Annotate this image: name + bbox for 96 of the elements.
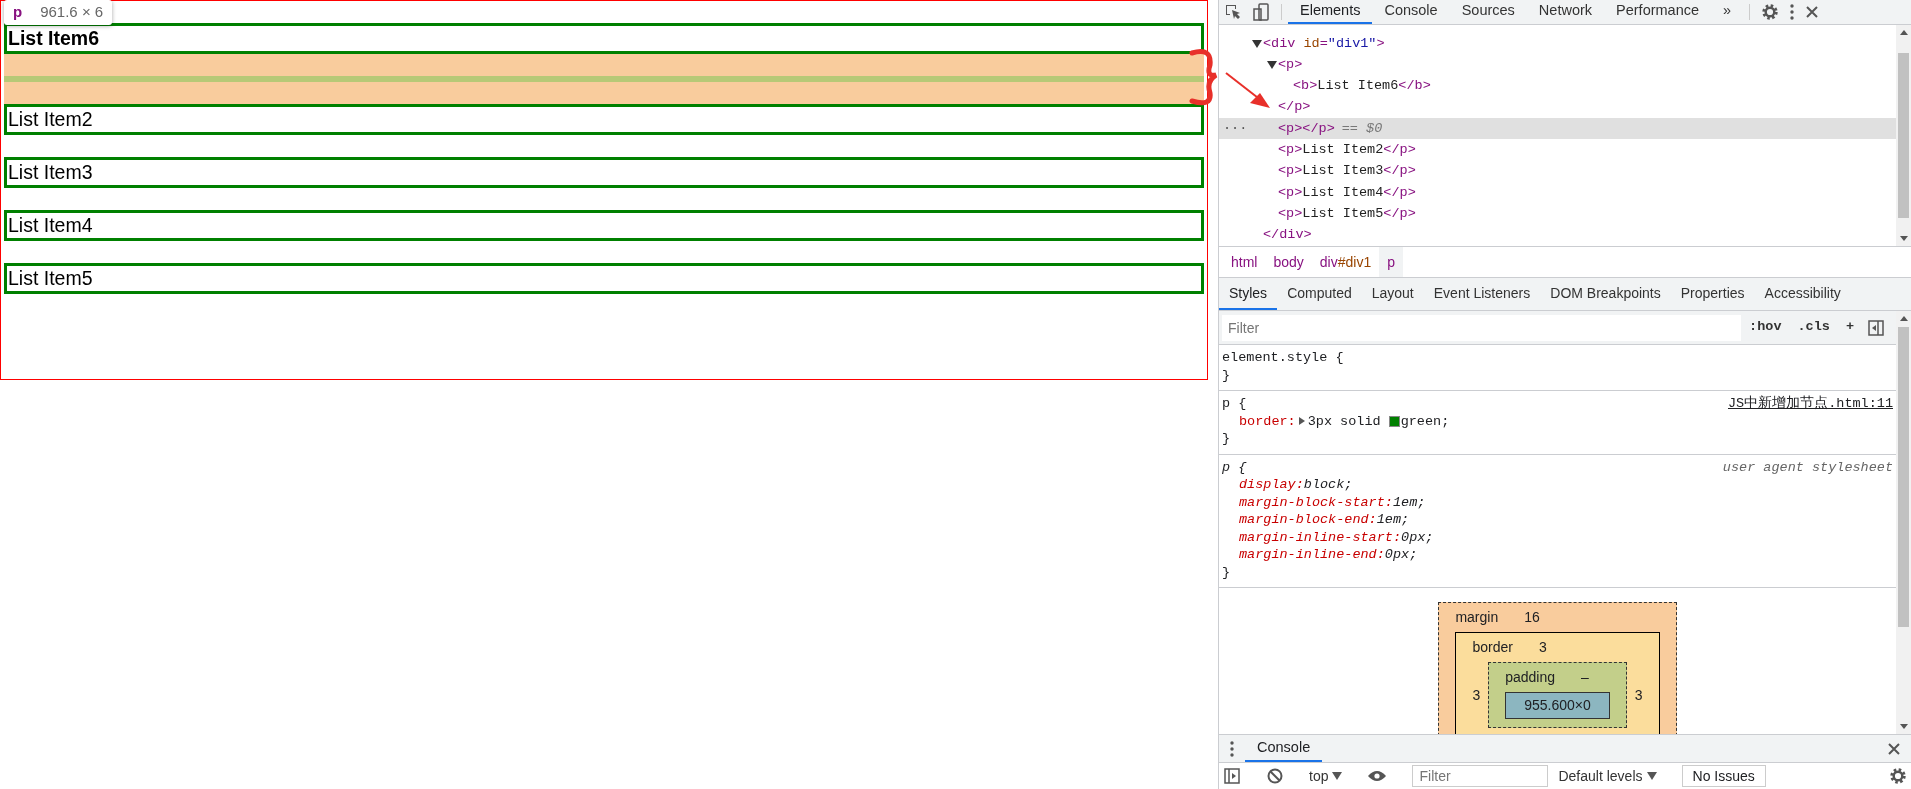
breadcrumb[interactable]: div#div1 (1311, 247, 1380, 277)
toolbar-button[interactable]: :hov (1741, 317, 1790, 338)
more-options-icon[interactable] (1229, 739, 1235, 758)
tag-name: p (13, 2, 23, 22)
box-label: padding (1505, 668, 1556, 687)
content-box: 955.600×0 (1505, 692, 1610, 719)
node-actions[interactable]: ··· (1223, 118, 1248, 139)
collapse-arrow-icon[interactable] (1252, 38, 1262, 49)
css-value: 1em; (1376, 511, 1410, 529)
css-value: green; (1400, 412, 1450, 430)
scrollbar[interactable] (1896, 311, 1911, 734)
dom-node[interactable]: <p>List Item3</p> (1278, 161, 1416, 182)
caret-icon (1646, 772, 1657, 780)
sidebar-tab[interactable]: Properties (1670, 278, 1755, 310)
paragraph: List Item2 (4, 104, 1204, 135)
dom-node[interactable]: <p>List Item4</p> (1278, 182, 1416, 203)
css-property: display: (1239, 476, 1304, 494)
caret-icon (1332, 772, 1343, 780)
scrollbar[interactable] (1896, 25, 1911, 246)
more-options-icon[interactable] (1789, 3, 1796, 21)
dom-node[interactable]: <p></p> (1278, 118, 1335, 139)
close-icon[interactable] (1805, 5, 1820, 19)
box-value: 16 (1524, 608, 1540, 627)
close-icon[interactable] (1887, 741, 1901, 756)
scroll-up-icon[interactable] (1899, 315, 1908, 321)
closing-tag: </p> (1278, 97, 1311, 118)
toolbar-button[interactable]: .cls (1789, 317, 1838, 338)
closing-tag: </div> (1263, 225, 1312, 246)
panel-tab[interactable]: Network (1526, 0, 1605, 24)
settings-icon[interactable] (1889, 767, 1907, 785)
sidebar-tab[interactable]: DOM Breakpoints (1540, 278, 1671, 310)
css-property: margin-block-start: (1239, 493, 1393, 511)
sidebar-tab[interactable]: Computed (1277, 278, 1362, 310)
dom-node[interactable]: <p>List Item5</p> (1278, 203, 1416, 225)
paragraph: List Item4 (4, 210, 1204, 241)
dom-node[interactable]: <b>List Item6</b> (1293, 76, 1431, 97)
paragraph: List Item5 (4, 263, 1204, 294)
css-selector: element.style { (1222, 349, 1344, 367)
dom-node[interactable]: <div id="div1"> (1263, 33, 1385, 54)
closing-brace: } (1222, 430, 1232, 448)
css-property: margin-inline-start: (1239, 528, 1402, 546)
css-value: 3px solid (1307, 412, 1381, 430)
color-swatch[interactable] (1388, 415, 1400, 427)
more-tabs-button[interactable]: » (1711, 0, 1744, 24)
breadcrumb[interactable]: body (1265, 247, 1312, 277)
panel-tab[interactable]: Performance (1604, 0, 1712, 24)
issues-button[interactable]: No Issues (1681, 765, 1766, 787)
sidebar-tab[interactable]: Accessibility (1754, 278, 1851, 310)
element-size: 961.6 × 6 (40, 2, 104, 22)
css-value: 1em; (1392, 493, 1426, 511)
panel-tab[interactable]: Elements (1288, 0, 1373, 24)
css-value: 0px; (1384, 546, 1418, 564)
box-value: 3 (1634, 685, 1643, 705)
inspect-icon[interactable] (1224, 3, 1242, 21)
source-link[interactable]: JS中新增加节点.html:11 (1728, 395, 1893, 413)
box-value: – (1581, 668, 1589, 687)
stylesheet-origin: user agent stylesheet (1722, 458, 1893, 476)
paragraph: List Item6 (4, 23, 1204, 54)
settings-icon[interactable] (1761, 3, 1780, 21)
scroll-down-icon[interactable] (1899, 236, 1908, 242)
sidebar-toggle-icon[interactable] (1223, 767, 1241, 785)
closing-brace: } (1222, 366, 1232, 384)
box-label: border (1472, 638, 1513, 657)
panel-tab[interactable]: Sources (1449, 0, 1527, 24)
levels-dropdown[interactable]: Default levels (1558, 765, 1657, 787)
box-label: margin (1455, 608, 1499, 627)
paragraph: List Item3 (4, 157, 1204, 188)
scroll-down-icon[interactable] (1899, 724, 1908, 730)
box-value: 3 (1538, 638, 1547, 657)
dom-node[interactable]: <p>List Item2</p> (1278, 140, 1416, 161)
breadcrumb[interactable]: html (1223, 247, 1266, 277)
css-selector: p { (1222, 458, 1247, 476)
css-property: margin-inline-end: (1239, 546, 1385, 564)
filter-field[interactable]: Filter (1222, 314, 1742, 341)
filter-field[interactable]: Filter (1412, 765, 1549, 787)
device-icon[interactable] (1252, 3, 1270, 21)
panel-tab[interactable]: Console (1372, 0, 1450, 24)
css-selector: p { (1222, 395, 1247, 413)
node-reference: == $0 (1341, 119, 1383, 138)
eye-icon[interactable] (1367, 769, 1388, 783)
sidebar-tab[interactable]: Layout (1361, 278, 1424, 310)
breadcrumb[interactable]: p (1379, 247, 1403, 277)
box-value: 3 (1472, 685, 1481, 705)
css-property: border: (1239, 412, 1296, 430)
sidebar-tab[interactable]: Event Listeners (1423, 278, 1541, 310)
css-value: 0px; (1401, 528, 1434, 546)
css-property: margin-block-end: (1239, 511, 1377, 529)
clear-icon[interactable] (1266, 767, 1284, 785)
toolbar-button[interactable]: + (1837, 317, 1862, 338)
sidebar-toggle-icon[interactable] (1867, 318, 1885, 337)
scroll-up-icon[interactable] (1899, 29, 1908, 35)
collapse-arrow-icon[interactable] (1267, 59, 1277, 70)
context-selector[interactable]: top (1309, 765, 1343, 787)
dom-node[interactable]: <p> (1278, 54, 1303, 76)
css-value: block; (1303, 476, 1353, 494)
closing-brace: } (1222, 563, 1232, 581)
